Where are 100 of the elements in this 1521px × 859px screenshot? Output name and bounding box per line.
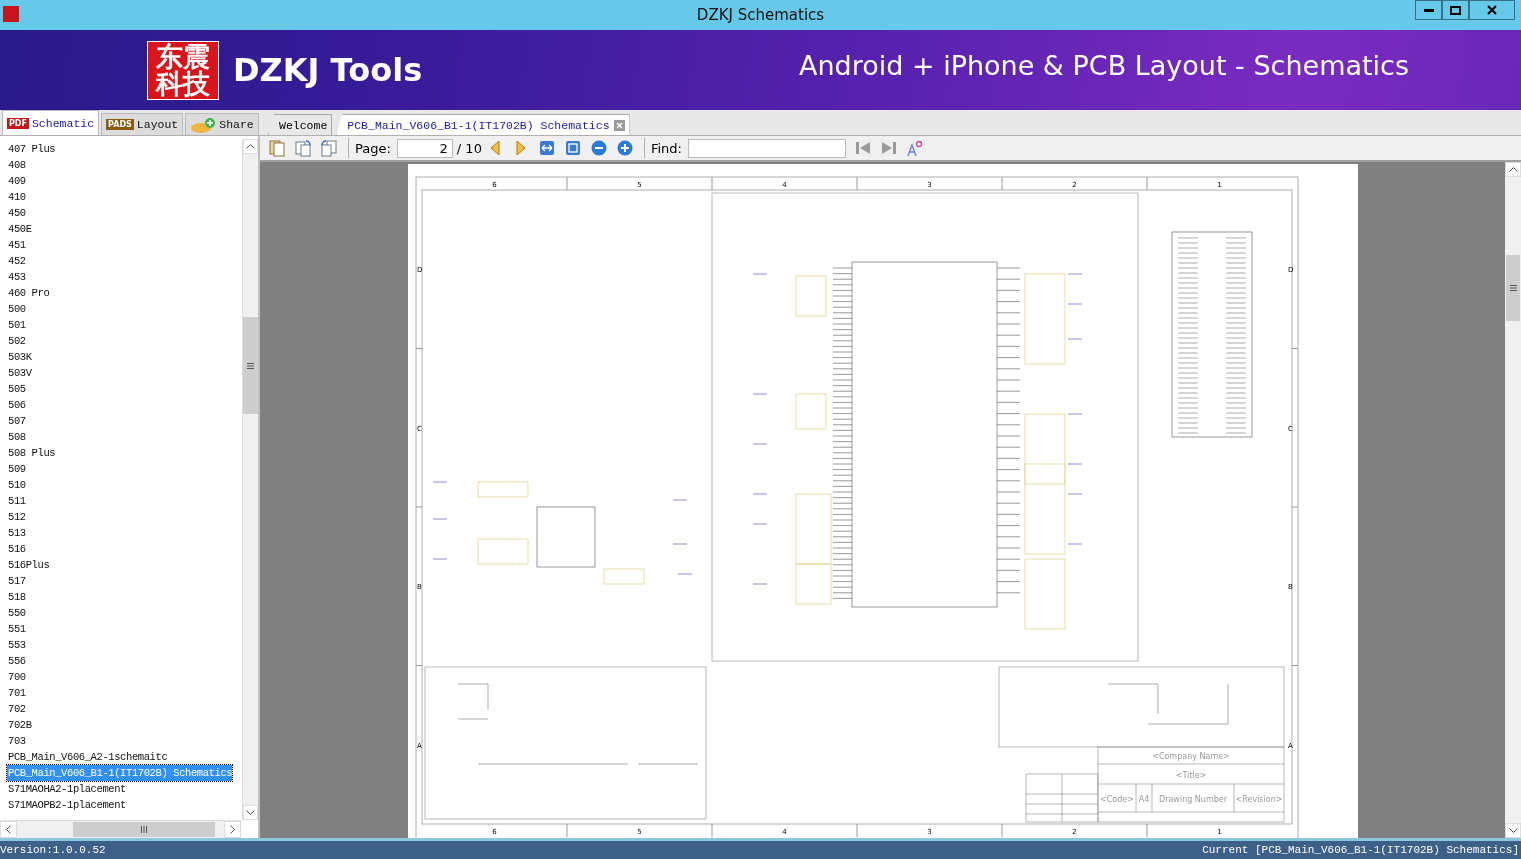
- scrollbar-thumb[interactable]: [1506, 255, 1520, 321]
- caret-down-icon: [246, 810, 255, 815]
- file-list-item[interactable]: 700: [7, 669, 26, 685]
- sheet-size-text: A4: [1138, 795, 1149, 804]
- rotate-page-icon[interactable]: [320, 139, 338, 157]
- maximize-icon: [1450, 5, 1461, 15]
- fit-width-icon[interactable]: [537, 139, 556, 157]
- file-list-item[interactable]: 702B: [7, 717, 32, 733]
- file-list-item[interactable]: 407 Plus: [7, 141, 56, 157]
- code-text: <Code>: [1099, 795, 1134, 804]
- caret-up-icon: [246, 144, 255, 149]
- file-list-item[interactable]: 503V: [7, 365, 32, 381]
- close-icon: [1487, 5, 1497, 15]
- grip-icon: [1509, 285, 1517, 291]
- copy-pages-icon[interactable]: [268, 139, 286, 157]
- file-list-item[interactable]: 508 Plus: [7, 445, 56, 461]
- file-list-item[interactable]: 410: [7, 189, 26, 205]
- panel-tab[interactable]: PDF Schematic: [2, 110, 100, 135]
- find-label: Find:: [650, 140, 682, 156]
- caret-right-icon: [230, 825, 235, 834]
- grip-icon: [141, 826, 147, 833]
- find-field[interactable]: [687, 138, 846, 158]
- scroll-right-button[interactable]: [224, 821, 241, 838]
- file-list-item[interactable]: 517: [7, 573, 26, 589]
- maximize-button[interactable]: [1442, 0, 1469, 20]
- file-list-item[interactable]: 516Plus: [7, 557, 50, 573]
- file-list-item[interactable]: S71MAOPB2-1placement: [7, 797, 127, 813]
- file-list-item[interactable]: 452: [7, 253, 26, 269]
- current-file-text: Current [PCB_Main_V606_B1-1(IT1702B) Schematics]: [1202, 844, 1519, 856]
- banner-tagline: Android + iPhone & PCB Layout - Schematics: [798, 50, 1409, 81]
- minimize-icon: [1423, 8, 1434, 12]
- caret-up-icon: [1508, 167, 1518, 172]
- scroll-down-button[interactable]: [1505, 823, 1521, 838]
- file-list-item[interactable]: 503K: [7, 349, 32, 365]
- file-list-item[interactable]: 500: [7, 301, 26, 317]
- scrollbar-thumb[interactable]: [73, 822, 215, 837]
- tab-close-button[interactable]: [613, 119, 625, 131]
- file-list-item[interactable]: 460 Pro: [7, 285, 50, 301]
- file-list-item[interactable]: 701: [7, 685, 26, 701]
- scroll-up-button[interactable]: [1505, 162, 1521, 177]
- file-list-item[interactable]: 506: [7, 397, 26, 413]
- rotate-page-icon[interactable]: [294, 139, 312, 157]
- tab-badge: PADS: [106, 119, 134, 130]
- page-total: / 10: [456, 140, 482, 156]
- grip-icon: [247, 362, 254, 369]
- version-text: Version:1.0.0.52: [0, 844, 106, 856]
- caret-down-icon: [1508, 828, 1518, 833]
- file-list-item[interactable]: 507: [7, 413, 26, 429]
- file-list-item[interactable]: 516: [7, 541, 26, 557]
- file-list-item[interactable]: 453: [7, 269, 26, 285]
- logo-badge: 东震科技: [147, 40, 219, 100]
- drawing-number-text: Drawing Number: [1158, 795, 1227, 804]
- file-list-item[interactable]: S71MAOHA2-1placement: [7, 781, 127, 797]
- file-list-item[interactable]: 512: [7, 509, 26, 525]
- file-list-item[interactable]: 556: [7, 653, 26, 669]
- file-list-item[interactable]: 518: [7, 589, 26, 605]
- file-list-item[interactable]: 501: [7, 317, 26, 333]
- minimize-button[interactable]: [1415, 0, 1442, 20]
- close-icon: [615, 121, 623, 129]
- page-label: Page:: [355, 140, 391, 156]
- file-list-item[interactable]: 550: [7, 605, 26, 621]
- file-list-item[interactable]: 551: [7, 621, 26, 637]
- scrollbar-thumb[interactable]: [243, 317, 258, 414]
- file-list-item[interactable]: 409: [7, 173, 26, 189]
- find-previous-icon[interactable]: [853, 139, 872, 157]
- file-list-item[interactable]: 502: [7, 333, 26, 349]
- panel-tab[interactable]: Share: [185, 113, 259, 135]
- page-number-field[interactable]: 2: [396, 138, 453, 158]
- find-next-icon[interactable]: [879, 139, 898, 157]
- scroll-left-button[interactable]: [0, 821, 17, 838]
- match-case-icon[interactable]: [905, 139, 924, 157]
- document-tab[interactable]: PCB_Main_V606_B1-1(IT1702B) Schematics: [336, 114, 630, 135]
- file-list-item[interactable]: 510: [7, 477, 26, 493]
- title-text: <Title>: [1175, 771, 1206, 780]
- file-list-item[interactable]: 450E: [7, 221, 32, 237]
- window-title: DZKJ Schematics: [695, 6, 826, 24]
- file-list-item[interactable]: 511: [7, 493, 26, 509]
- scroll-down-button[interactable]: [243, 805, 258, 820]
- scroll-up-button[interactable]: [243, 139, 258, 154]
- file-list-item[interactable]: 508: [7, 429, 26, 445]
- file-list-item[interactable]: 505: [7, 381, 26, 397]
- panel-tab[interactable]: PADS Layout: [101, 113, 184, 135]
- cloud-icon: [190, 116, 217, 133]
- close-button[interactable]: [1469, 0, 1515, 20]
- zoom-in-icon[interactable]: [615, 139, 634, 157]
- file-list-item[interactable]: 450: [7, 205, 26, 221]
- fit-page-icon[interactable]: [563, 139, 582, 157]
- file-list-item[interactable]: 451: [7, 237, 26, 253]
- zoom-out-icon[interactable]: [589, 139, 608, 157]
- revision-text: <Revision>: [1235, 795, 1282, 804]
- file-list-item[interactable]: 509: [7, 461, 26, 477]
- file-list-item[interactable]: 553: [7, 637, 26, 653]
- file-list-item[interactable]: 702: [7, 701, 26, 717]
- file-list-item[interactable]: 513: [7, 525, 26, 541]
- document-tab[interactable]: Welcome: [268, 114, 333, 135]
- app-icon: [3, 6, 19, 22]
- company-name-text: <Company Name>: [1151, 752, 1230, 761]
- file-list-item[interactable]: 408: [7, 157, 26, 173]
- file-list-item[interactable]: PCB_Main_V606_A2-1schemaitc: [7, 749, 168, 765]
- file-list-item[interactable]: 703: [7, 733, 26, 749]
